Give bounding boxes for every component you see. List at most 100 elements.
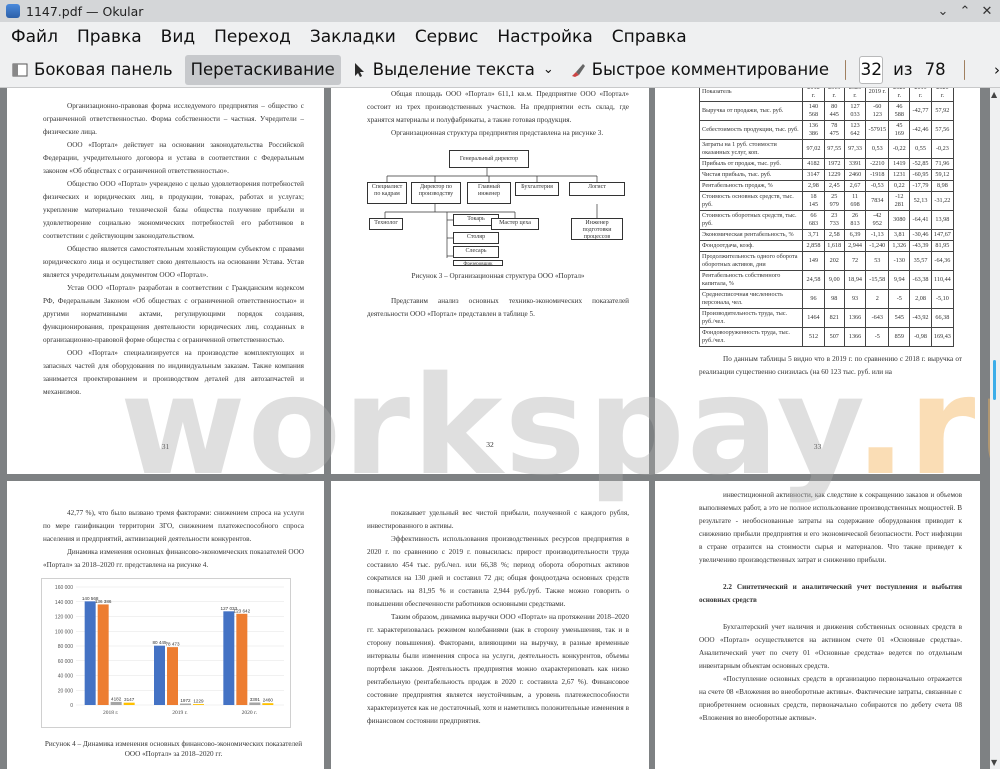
page-36: инвестиционной активности, как следствие… — [655, 481, 980, 769]
menu-tools[interactable]: Сервис — [407, 27, 487, 47]
table-cell: -0,98 — [909, 327, 932, 347]
chart-data-label: 136 386 — [95, 599, 112, 604]
table-cell: 3147 — [802, 169, 825, 181]
table-row: Фондоотдача, коэф. 2,858 1,618 2,944 -1,240 1… — [698, 240, 955, 252]
table-cell: -57915 — [865, 120, 890, 140]
table-row: Стоимость оборотных средств, тыс. руб. 66… — [698, 210, 955, 230]
page-of-label: из — [893, 60, 913, 79]
table-cell: 149 — [802, 251, 825, 271]
org-chart: Генеральный директор Специалист по кадра… — [367, 146, 629, 267]
table-cell: 1972 — [823, 158, 845, 170]
table-row: Рентабельность собственного капитала, % 2… — [698, 270, 955, 290]
table-cell: 66 683 — [802, 210, 825, 230]
figure-caption: Рисунок 4 – Динамика изменения основных … — [44, 740, 303, 758]
chart-y-tick: 80 000 — [58, 644, 74, 650]
table-cell: -64,36 — [930, 251, 955, 271]
menu-go[interactable]: Переход — [206, 27, 299, 47]
chart-x-tick: 2018 г. — [103, 710, 119, 716]
table-cell: 3391 — [843, 158, 867, 170]
table-cell: 140 568 — [802, 101, 825, 121]
chevron-down-icon[interactable]: ⌄ — [543, 62, 554, 77]
table-cell: 1231 — [888, 169, 911, 181]
quick-comment-button[interactable]: Быстрое комментирование — [564, 55, 835, 85]
drag-label: Перетаскивание — [190, 60, 335, 79]
drag-mode-button[interactable]: Перетаскивание — [184, 54, 341, 85]
okular-app-icon — [6, 4, 20, 18]
table-cell: 110,44 — [930, 270, 955, 290]
table-cell: 821 — [823, 308, 845, 328]
chart-bar — [84, 601, 96, 705]
table-cell: 2,98 — [802, 180, 825, 192]
table-row: Чистая прибыль, тыс. руб. 3147 1229 2460 -19… — [698, 169, 955, 181]
chart-data-label: 3147 — [124, 697, 135, 702]
chart-data-label: 123 642 — [234, 608, 251, 613]
table-cell: Продолжительность одного оборота оборотн… — [698, 251, 804, 271]
menu-edit[interactable]: Правка — [69, 27, 150, 47]
text-select-button[interactable]: Выделение текста ⌄ — [345, 55, 560, 85]
table-row: Стоимость основных средств, тыс. руб. 18 … — [698, 191, 955, 211]
minimize-icon[interactable]: ⌄ — [934, 2, 952, 20]
menu-settings[interactable]: Настройка — [489, 27, 600, 47]
table-cell: -64,41 — [909, 210, 932, 230]
table-cell: 24,58 — [802, 270, 825, 290]
org-box: Столяр — [453, 232, 499, 244]
table-cell: 80 445 — [823, 101, 845, 121]
sidebar-button[interactable]: Боковая панель — [6, 55, 179, 85]
table-cell: 2 — [865, 289, 890, 309]
document-viewport[interactable]: Организационно-правовая форма исследуемо… — [0, 88, 1000, 769]
table-cell: -1,240 — [865, 240, 890, 252]
page-paragraph: показывает удельный вес чистой прибыли, … — [367, 509, 629, 530]
chart-data-label: 2460 — [263, 698, 274, 703]
maximize-icon[interactable]: ⌃ — [956, 2, 974, 20]
table-cell: 18,94 — [843, 270, 867, 290]
menu-help[interactable]: Справка — [604, 27, 695, 47]
bar-chart: 0 20 000 40 000 60 000 80 000 100 000 120 000 1… — [41, 578, 291, 728]
table-cell: -1918 — [865, 169, 890, 181]
page-paragraph: Таким образом, динамика выручки ООО «Пор… — [367, 613, 629, 725]
table-cell: -5,10 — [930, 289, 955, 309]
vertical-scrollbar[interactable]: ▲ ▼ — [990, 88, 1000, 769]
scroll-down-icon[interactable]: ▼ — [991, 758, 997, 767]
chart-bar — [249, 702, 261, 705]
table-cell: 1366 — [843, 327, 867, 347]
table-cell: 26 813 — [843, 210, 867, 230]
page-total: 78 — [924, 60, 946, 79]
close-icon[interactable]: ✕ — [978, 2, 996, 20]
table-cell: -2210 — [865, 158, 890, 170]
page-paragraph: Бухгалтерский учет наличия и движения со… — [699, 623, 962, 670]
page-number-input[interactable]: 32 — [859, 55, 884, 84]
page-paragraph: По данным таблицы 5 видно что в 2019 г. … — [699, 355, 962, 376]
table-cell: Фондовооруженность труда, тыс. руб./чел. — [698, 327, 804, 347]
chart-data-label: 78 473 — [165, 642, 179, 647]
table-cell: Чистая прибыль, тыс. руб. — [698, 169, 804, 181]
chart-y-tick: 0 — [70, 703, 73, 709]
table-cell: 3,81 — [888, 229, 911, 241]
table-cell: 9,94 — [888, 270, 911, 290]
chart-bar — [154, 645, 165, 705]
figure-caption: Рисунок 3 – Организационная структура ОО… — [411, 272, 585, 280]
table-cell: 52,13 — [909, 191, 932, 211]
table-cell: 97,02 — [802, 139, 825, 159]
table-cell: 2,858 — [802, 240, 825, 252]
chart-data-label: 1972 — [180, 698, 191, 703]
table-row: Прибыль от продаж, тыс. руб. 4182 1972 3391… — [698, 158, 955, 170]
table-cell: -643 — [865, 308, 890, 328]
table-cell: 3,71 — [802, 229, 825, 241]
scroll-up-icon[interactable]: ▲ — [991, 90, 997, 99]
scrollbar-thumb[interactable] — [993, 360, 996, 400]
table-cell: -60 123 — [865, 101, 890, 121]
table-cell: 45 169 — [888, 120, 911, 140]
table-cell: Производительность труда, тыс. руб./чел. — [698, 308, 804, 328]
menu-view[interactable]: Вид — [153, 27, 203, 47]
page-paragraph: Устав ООО «Портал» разработан в соответс… — [43, 284, 304, 344]
chart-y-tick: 100 000 — [55, 629, 73, 635]
menu-file[interactable]: Файл — [3, 27, 66, 47]
menu-bookmarks[interactable]: Закладки — [302, 27, 404, 47]
table-cell: -5 — [865, 327, 890, 347]
page-34: 42,77 %), что было вызвано тремя фактора… — [7, 481, 324, 769]
table-cell: -12 281 — [888, 191, 911, 211]
toolbar-overflow-icon[interactable]: › — [994, 61, 1000, 79]
table-cell: 57,56 — [930, 120, 955, 140]
chart-y-tick: 120 000 — [55, 615, 73, 621]
table-cell: 136 386 — [802, 120, 825, 140]
